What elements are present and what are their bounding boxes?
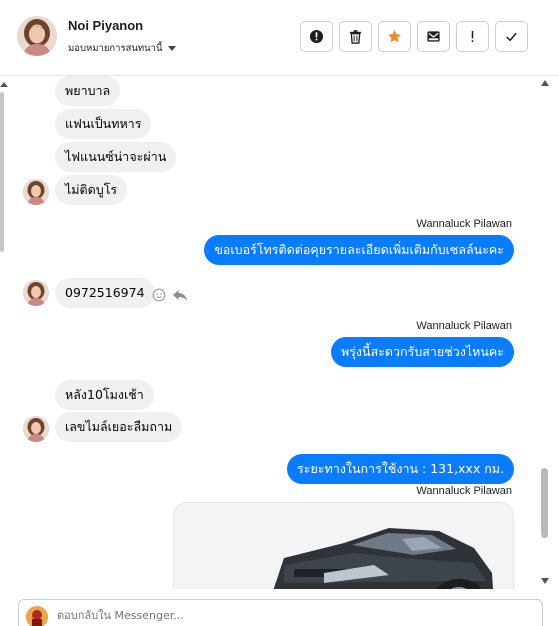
message-bubble-outgoing: พรุ่งนี้สะดวกรับสายช่วงไหนคะ (330, 337, 514, 367)
assign-label: มอบหมายการสนทนานี้ (68, 43, 163, 54)
delete-button[interactable] (339, 21, 372, 52)
scroll-down-arrow-icon[interactable] (541, 578, 549, 584)
contact-avatar[interactable] (17, 16, 57, 56)
sender-name: Wannaluck Pilawan (416, 485, 512, 497)
follow-up-button[interactable] (456, 21, 489, 52)
check-icon (506, 32, 517, 42)
message-bubble-outgoing: ขอเบอร์โทรติดต่อคุยรายละเอียดเพิ่มเติมกั… (204, 235, 514, 265)
contact-avatar-small (23, 280, 49, 306)
smiley-icon[interactable] (152, 288, 166, 302)
page-avatar (26, 606, 48, 626)
star-icon (387, 29, 402, 43)
sender-name: Wannaluck Pilawan (416, 218, 512, 230)
alert-circle-icon (309, 29, 324, 44)
exclamation-icon (471, 30, 474, 42)
message-bubble-incoming: หลัง10โมงเช้า (55, 380, 154, 410)
contact-avatar-small (23, 416, 49, 442)
spam-button[interactable] (300, 21, 333, 52)
scroll-up-arrow-icon[interactable] (541, 80, 549, 86)
reply-input[interactable] (57, 609, 527, 622)
assign-conversation-dropdown[interactable]: มอบหมายการสนทนานี้ (68, 41, 176, 56)
star-button[interactable] (378, 21, 411, 52)
contact-avatar-small (23, 179, 49, 205)
message-bubble-incoming: ไม่ติดบูโร (55, 175, 128, 205)
pickup-truck-photo[interactable] (173, 502, 514, 589)
message-bubble-incoming: พยาบาล (55, 76, 121, 106)
contact-name[interactable]: Noi Piyanon (68, 18, 143, 33)
mark-unread-button[interactable] (417, 21, 450, 52)
panel-divider (0, 92, 4, 252)
message-bubble-incoming: ไฟแนนซ์น่าจะผ่าน (55, 142, 177, 172)
message-bubble-incoming: แฟนเป็นทหาร (55, 109, 152, 139)
scrollbar-thumb[interactable] (541, 468, 548, 538)
sender-name: Wannaluck Pilawan (416, 320, 512, 332)
done-button[interactable] (495, 21, 528, 52)
reply-icon[interactable] (172, 288, 188, 302)
message-thread[interactable]: พยาบาล แฟนเป็นทหาร ไฟแนนซ์น่าจะผ่าน ไม่ต… (8, 76, 538, 589)
trash-icon (349, 30, 362, 44)
envelope-icon (427, 31, 440, 42)
reply-composer[interactable] (18, 599, 543, 626)
message-bubble-incoming: 0972516974 (55, 278, 155, 308)
conversation-actions (300, 21, 528, 52)
scroll-up-arrow-icon (0, 82, 8, 87)
message-bubble-outgoing: ระยะทางในการใช้งาน : 131,xxx กม. (287, 454, 514, 484)
chevron-down-icon (167, 46, 176, 51)
message-actions (152, 288, 188, 302)
conversation-header: Noi Piyanon มอบหมายการสนทนานี้ (0, 0, 559, 76)
message-bubble-incoming: เลขไมล์เยอะลืมถาม (55, 412, 183, 442)
